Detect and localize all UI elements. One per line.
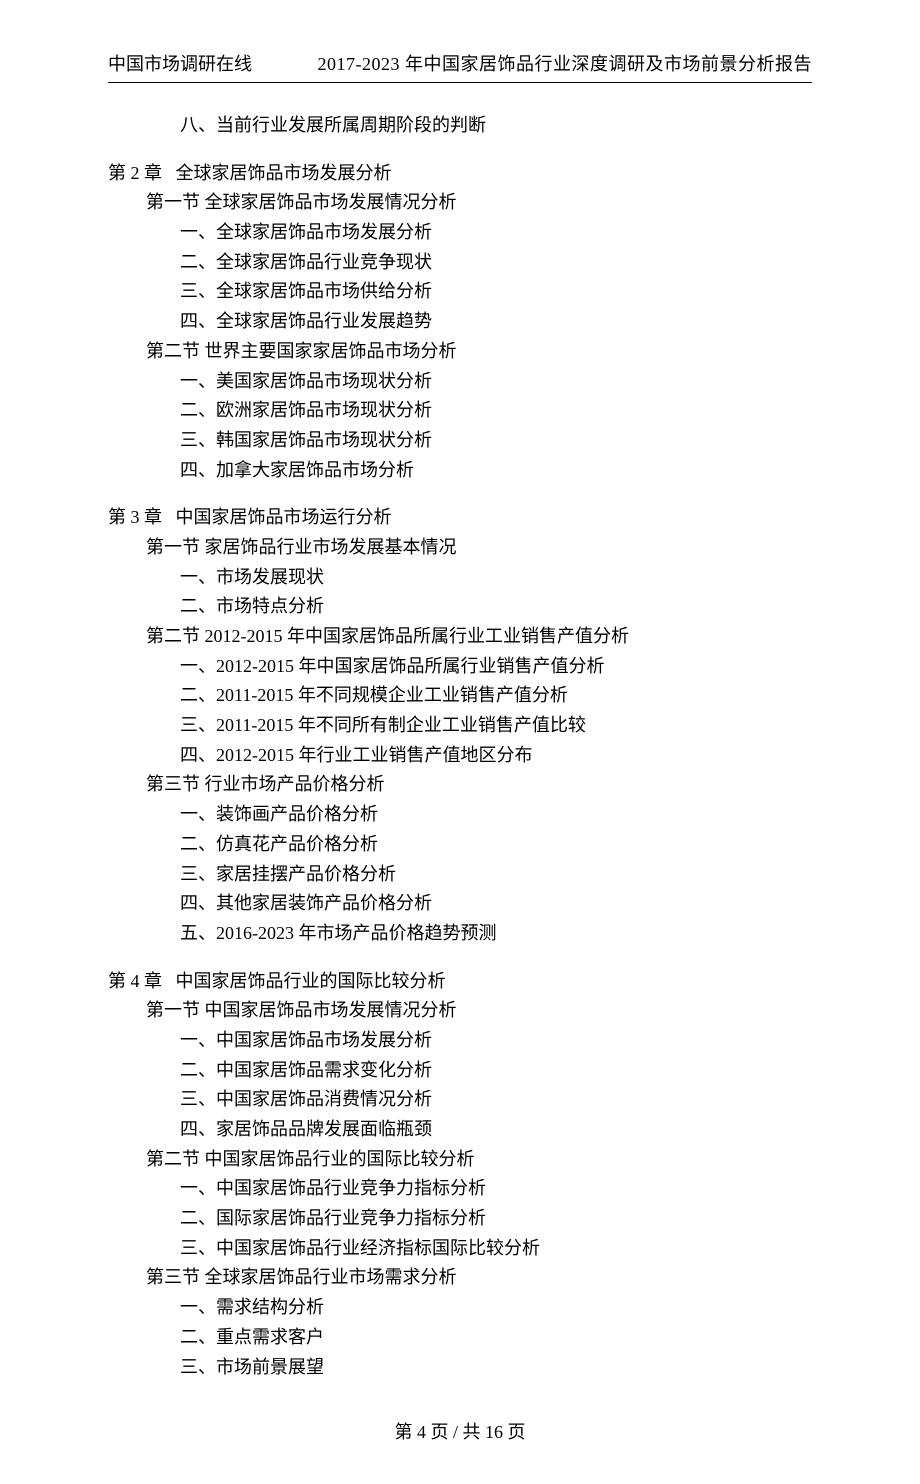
toc-item: 四、全球家居饰品行业发展趋势 xyxy=(108,307,812,337)
toc-item: 四、2012-2015 年行业工业销售产值地区分布 xyxy=(108,741,812,771)
toc-item: 一、中国家居饰品市场发展分析 xyxy=(108,1026,812,1056)
section-title: 第二节 中国家居饰品行业的国际比较分析 xyxy=(108,1145,812,1175)
footer-suffix: 页 xyxy=(503,1422,526,1442)
toc-item: 一、全球家居饰品市场发展分析 xyxy=(108,218,812,248)
chapter-title: 第 4 章 中国家居饰品行业的国际比较分析 xyxy=(108,967,812,997)
toc-item: 二、仿真花产品价格分析 xyxy=(108,830,812,860)
footer-current-page: 4 xyxy=(417,1422,426,1442)
toc-item: 三、市场前景展望 xyxy=(108,1353,812,1383)
section-title: 第三节 行业市场产品价格分析 xyxy=(108,770,812,800)
toc-item: 三、全球家居饰品市场供给分析 xyxy=(108,277,812,307)
section-title: 第三节 全球家居饰品行业市场需求分析 xyxy=(108,1263,812,1293)
toc-item: 三、中国家居饰品消费情况分析 xyxy=(108,1085,812,1115)
document-page: 中国市场调研在线 2017-2023 年中国家居饰品行业深度调研及市场前景分析报… xyxy=(0,0,920,1484)
header-rule xyxy=(108,82,812,83)
section-title: 第二节 2012-2015 年中国家居饰品所属行业工业销售产值分析 xyxy=(108,622,812,652)
toc-content: 八、当前行业发展所属周期阶段的判断 第 2 章 全球家居饰品市场发展分析 第一节… xyxy=(108,111,812,1382)
chapter-title: 第 3 章 中国家居饰品市场运行分析 xyxy=(108,503,812,533)
toc-item: 二、欧洲家居饰品市场现状分析 xyxy=(108,396,812,426)
blank-line xyxy=(108,949,812,967)
toc-item: 二、中国家居饰品需求变化分析 xyxy=(108,1056,812,1086)
toc-item: 二、全球家居饰品行业竞争现状 xyxy=(108,248,812,278)
footer-mid: 页 / 共 xyxy=(426,1422,485,1442)
toc-item: 五、2016-2023 年市场产品价格趋势预测 xyxy=(108,919,812,949)
toc-item: 一、美国家居饰品市场现状分析 xyxy=(108,367,812,397)
page-header: 中国市场调研在线 2017-2023 年中国家居饰品行业深度调研及市场前景分析报… xyxy=(108,50,812,76)
chapter-title: 第 2 章 全球家居饰品市场发展分析 xyxy=(108,159,812,189)
section-title: 第一节 家居饰品行业市场发展基本情况 xyxy=(108,533,812,563)
toc-item: 四、家居饰品品牌发展面临瓶颈 xyxy=(108,1115,812,1145)
toc-item: 一、市场发展现状 xyxy=(108,563,812,593)
toc-item: 一、装饰画产品价格分析 xyxy=(108,800,812,830)
blank-line xyxy=(108,141,812,159)
header-right: 2017-2023 年中国家居饰品行业深度调研及市场前景分析报告 xyxy=(318,50,813,76)
toc-item: 三、家居挂摆产品价格分析 xyxy=(108,860,812,890)
page-footer: 第 4 页 / 共 16 页 xyxy=(108,1418,812,1444)
toc-item: 八、当前行业发展所属周期阶段的判断 xyxy=(108,111,812,141)
toc-item: 三、韩国家居饰品市场现状分析 xyxy=(108,426,812,456)
toc-item: 二、重点需求客户 xyxy=(108,1323,812,1353)
footer-prefix: 第 xyxy=(394,1422,417,1442)
footer-total-pages: 16 xyxy=(485,1422,503,1442)
toc-item: 三、中国家居饰品行业经济指标国际比较分析 xyxy=(108,1234,812,1264)
toc-item: 四、加拿大家居饰品市场分析 xyxy=(108,456,812,486)
toc-item: 一、中国家居饰品行业竞争力指标分析 xyxy=(108,1174,812,1204)
toc-item: 一、需求结构分析 xyxy=(108,1293,812,1323)
toc-item: 二、2011-2015 年不同规模企业工业销售产值分析 xyxy=(108,681,812,711)
header-left: 中国市场调研在线 xyxy=(108,50,252,76)
toc-item: 二、市场特点分析 xyxy=(108,592,812,622)
toc-item: 四、其他家居装饰产品价格分析 xyxy=(108,889,812,919)
section-title: 第一节 全球家居饰品市场发展情况分析 xyxy=(108,188,812,218)
section-title: 第二节 世界主要国家家居饰品市场分析 xyxy=(108,337,812,367)
section-title: 第一节 中国家居饰品市场发展情况分析 xyxy=(108,996,812,1026)
toc-item: 三、2011-2015 年不同所有制企业工业销售产值比较 xyxy=(108,711,812,741)
toc-item: 一、2012-2015 年中国家居饰品所属行业销售产值分析 xyxy=(108,652,812,682)
toc-item: 二、国际家居饰品行业竞争力指标分析 xyxy=(108,1204,812,1234)
blank-line xyxy=(108,485,812,503)
